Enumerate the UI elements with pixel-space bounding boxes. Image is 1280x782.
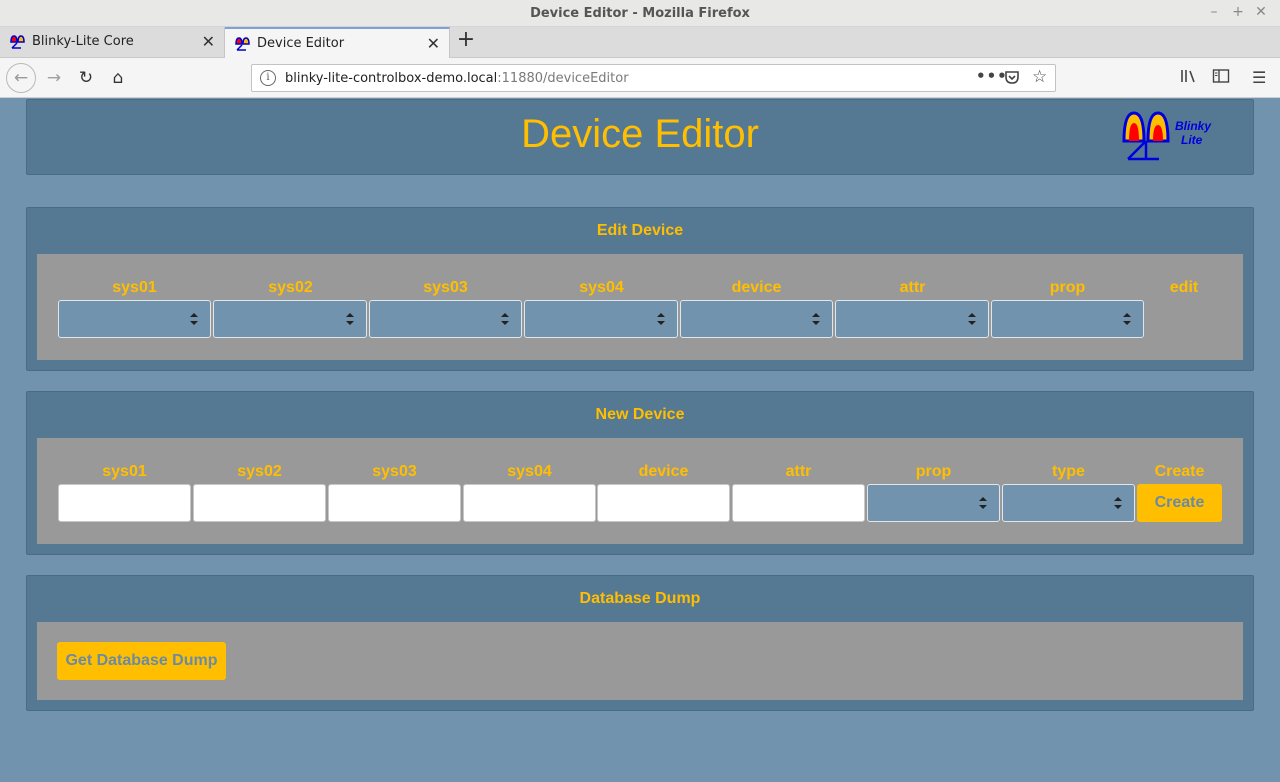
sidebar-icon[interactable] [1212,68,1230,88]
edit-col-sys02: sys02 [268,279,313,296]
select-arrows-icon [190,313,198,325]
blinky-favicon-icon [235,37,250,51]
site-info-icon[interactable]: i [260,70,276,86]
new-tab-icon[interactable]: + [456,29,476,51]
new-sys01-input[interactable] [58,484,191,522]
new-col-sys03: sys03 [372,463,417,480]
logo-text-blinky: Blinky [1175,119,1212,133]
bookmark-star-icon[interactable]: ☆ [1032,67,1047,87]
url-text[interactable]: blinky-lite-controlbox-demo.local:11880/… [285,71,629,86]
edit-device-panel: Edit Device sys01 sys02 sys03 sys04 devi… [26,207,1254,371]
new-device-title: New Device [595,406,685,423]
new-sys02-input[interactable] [193,484,326,522]
new-col-attr: attr [785,463,812,480]
logo-text-lite: Lite [1181,133,1203,147]
new-device-body: sys01 sys02 sys03 sys04 device attr prop… [37,438,1243,544]
new-col-sys01: sys01 [102,463,147,480]
page-actions-icon[interactable]: ••• [976,67,1008,85]
url-path: :11880/deviceEditor [497,71,629,86]
create-button[interactable]: Create [1137,484,1222,522]
url-host: blinky-lite-controlbox-demo.local [285,71,498,86]
database-dump-panel: Database Dump Get Database Dump [26,575,1254,711]
edit-sys01-select[interactable] [58,300,211,338]
new-col-sys04: sys04 [507,463,552,480]
new-device-panel: New Device sys01 sys02 sys03 sys04 devic… [26,391,1254,555]
page-title: Device Editor [521,112,759,156]
edit-col-edit: edit [1169,279,1199,296]
tab-close-icon[interactable]: ✕ [202,32,215,51]
new-col-prop: prop [915,463,952,480]
edit-sys04-select[interactable] [524,300,678,338]
tab-label: Device Editor [257,36,345,51]
tab-bar: Blinky-Lite Core ✕ Device Editor ✕ [0,27,1280,59]
page-header: Device Editor Blinky Lite [26,99,1254,175]
home-icon[interactable]: ⌂ [104,64,132,92]
database-dump-body: Get Database Dump [37,622,1243,700]
pocket-icon[interactable] [1004,69,1020,89]
new-attr-input[interactable] [732,484,865,522]
new-sys04-input[interactable] [463,484,596,522]
edit-device-title: Edit Device [596,222,684,239]
edit-sys03-select[interactable] [369,300,522,338]
navigation-bar: ← → ↻ ⌂ i blinky-lite-controlbox-demo.lo… [0,58,1280,98]
reload-icon[interactable]: ↻ [72,64,100,92]
get-database-dump-button[interactable]: Get Database Dump [57,642,226,680]
back-icon[interactable]: ← [6,63,36,93]
new-type-select[interactable] [1002,484,1135,522]
new-col-device: device [638,463,689,480]
edit-attr-select[interactable] [835,300,989,338]
edit-col-prop: prop [1049,279,1086,296]
forward-icon[interactable]: → [40,64,68,92]
select-arrows-icon [1123,313,1131,325]
close-window-icon[interactable]: ✕ [1252,4,1270,20]
url-bar[interactable]: i blinky-lite-controlbox-demo.local:1188… [251,64,1056,92]
window-titlebar: Device Editor - Mozilla Firefox – + ✕ [0,0,1280,27]
edit-col-sys03: sys03 [423,279,468,296]
tab-label: Blinky-Lite Core [32,34,134,49]
blinky-favicon-icon [10,35,25,49]
new-prop-select[interactable] [867,484,1000,522]
select-arrows-icon [979,497,987,509]
select-arrows-icon [968,313,976,325]
new-sys03-input[interactable] [328,484,461,522]
library-icon[interactable] [1180,68,1198,88]
menu-icon[interactable]: ☰ [1252,68,1266,87]
edit-col-sys01: sys01 [112,279,157,296]
edit-col-attr: attr [899,279,926,296]
new-col-sys02: sys02 [237,463,282,480]
edit-sys02-select[interactable] [213,300,367,338]
tab-close-icon[interactable]: ✕ [427,34,440,53]
window-title: Device Editor - Mozilla Firefox [530,6,750,21]
edit-device-body: sys01 sys02 sys03 sys04 device attr prop… [37,254,1243,360]
edit-col-sys04: sys04 [579,279,624,296]
new-col-create: Create [1154,463,1205,480]
select-arrows-icon [346,313,354,325]
edit-prop-select[interactable] [991,300,1144,338]
minimize-icon[interactable]: – [1205,4,1223,20]
edit-device-select[interactable] [680,300,833,338]
new-col-type: type [1052,463,1085,480]
tab-blinky-lite-core[interactable]: Blinky-Lite Core ✕ [0,27,225,58]
edit-col-device: device [731,279,782,296]
blinky-lite-logo: Blinky Lite [1122,111,1212,161]
new-device-input[interactable] [597,484,730,522]
select-arrows-icon [501,313,509,325]
database-dump-title: Database Dump [579,590,701,607]
tab-device-editor[interactable]: Device Editor ✕ [225,27,450,59]
maximize-icon[interactable]: + [1229,4,1247,20]
select-arrows-icon [657,313,665,325]
select-arrows-icon [812,313,820,325]
select-arrows-icon [1114,497,1122,509]
